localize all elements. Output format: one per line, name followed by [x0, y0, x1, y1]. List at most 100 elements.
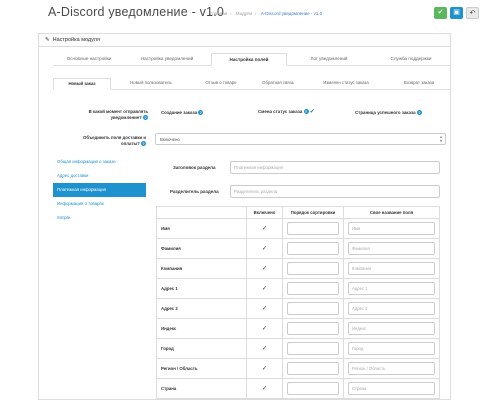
custom-name-cell: Имя — [343, 218, 440, 239]
sort-order-input[interactable] — [287, 322, 339, 335]
custom-name-input[interactable]: Адрес 1 — [348, 282, 435, 295]
floppy-icon: ▣ — [453, 9, 460, 16]
breadcrumb-item-modules[interactable]: Модули — [236, 11, 252, 16]
custom-name-cell: Регион / Область — [343, 358, 440, 379]
custom-name-input[interactable]: Индекс — [348, 322, 435, 335]
check-icon[interactable]: ✓ — [310, 109, 315, 115]
custom-name-cell: Адрес 1 — [343, 278, 440, 299]
tab-review[interactable]: Отзыв о товаре — [191, 78, 251, 90]
table-row: Город ✓ Город — [156, 338, 440, 359]
nav-item-shipping-address[interactable]: Адрес доставки — [53, 169, 146, 183]
sort-order-input[interactable] — [287, 282, 339, 295]
field-name: Регион / Область — [156, 358, 247, 379]
enabled-checkbox[interactable]: ✓ — [246, 258, 283, 279]
option-status-change[interactable]: Смена статус заказа ? ✓ — [258, 108, 315, 115]
help-icon[interactable]: ? — [141, 140, 146, 146]
section-divider-input[interactable]: Разделитель раздела — [230, 185, 440, 198]
custom-name-cell: Компания — [343, 258, 440, 279]
custom-name-input[interactable]: Город — [348, 342, 435, 355]
enabled-checkbox[interactable]: ✓ — [246, 358, 283, 379]
table-row: Фамилия ✓ Фамилия — [156, 238, 440, 259]
option-create-order[interactable]: Создание заказа ? — [161, 110, 204, 116]
custom-name-input[interactable]: Адрес 2 — [348, 302, 435, 315]
nav-item-products-info[interactable]: Информация о товарах — [53, 197, 146, 211]
table-row: Страна ✓ Страна — [156, 378, 440, 399]
sort-order-input[interactable] — [287, 262, 339, 275]
tab-new-user[interactable]: Новый пользователь — [111, 78, 191, 90]
pencil-icon: ✎ — [45, 37, 50, 43]
option-success-page[interactable]: Страница успешного заказа ? — [355, 110, 422, 116]
sort-order-cell — [282, 258, 344, 279]
custom-name-input[interactable]: Компания — [348, 262, 435, 275]
help-icon[interactable]: ? — [416, 110, 422, 116]
option-create-order-label: Создание заказа — [161, 110, 198, 115]
check-icon: ✓ — [261, 246, 268, 252]
tab-basic[interactable]: Основные настройки — [53, 53, 125, 66]
custom-name-input[interactable]: Регион / Область — [348, 362, 435, 375]
sort-order-cell — [282, 378, 344, 399]
col-custom-name: Свое название поля — [343, 206, 440, 219]
sort-order-input[interactable] — [287, 222, 339, 235]
merge-fields-value: Включено — [160, 137, 180, 142]
tab-fields[interactable]: Настройка полей — [211, 53, 287, 66]
breadcrumb-item-home[interactable]: Главная — [210, 11, 227, 16]
custom-name-input[interactable]: Страна — [348, 382, 435, 395]
sort-order-cell — [282, 318, 344, 339]
sort-order-cell — [282, 238, 344, 259]
table-row: Адрес 1 ✓ Адрес 1 — [156, 278, 440, 299]
sort-order-input[interactable] — [287, 382, 339, 395]
help-icon[interactable]: ? — [303, 109, 309, 115]
tab-order-return[interactable]: Возврат заказа — [387, 78, 451, 90]
merge-fields-label: Объединить поля доставки и оплаты? ? — [66, 135, 146, 146]
fields-table: Включено Порядок сортировки Свое названи… — [156, 206, 440, 399]
check-icon: ✓ — [261, 266, 268, 272]
section-header-label: Заголовок раздела — [173, 165, 216, 170]
tab-new-order[interactable]: Новый заказ — [53, 78, 111, 90]
sort-order-cell — [282, 358, 344, 379]
field-name: Адрес 2 — [156, 298, 247, 319]
sort-order-input[interactable] — [287, 302, 339, 315]
tab-notifications[interactable]: Настройка уведомлений — [125, 53, 209, 66]
sort-order-input[interactable] — [287, 242, 339, 255]
sort-order-input[interactable] — [287, 362, 339, 375]
enabled-checkbox[interactable]: ✓ — [246, 238, 283, 259]
nav-item-order-info[interactable]: Общая информация о заказе — [53, 155, 146, 169]
col-enabled: Включено — [246, 206, 283, 219]
tab-feedback[interactable]: Обратная связь — [251, 78, 305, 90]
custom-name-cell: Фамилия — [343, 238, 440, 259]
field-name: Индекс — [156, 318, 247, 339]
sub-tabs: Новый заказ Новый пользователь Отзыв о т… — [53, 78, 451, 90]
field-name: Фамилия — [156, 238, 247, 259]
save-stay-button[interactable]: ▣ — [450, 7, 463, 19]
option-success-page-label: Страница успешного заказа — [355, 110, 416, 115]
help-icon[interactable]: ? — [198, 110, 204, 116]
nav-item-simple[interactable]: Simple — [53, 211, 146, 225]
nav-item-payment-info[interactable]: Платежная информация — [53, 183, 146, 197]
tab-support[interactable]: Служба поддержки — [371, 53, 451, 66]
tab-order-status[interactable]: Изменен статус заказа — [305, 78, 387, 90]
enabled-checkbox[interactable]: ✓ — [246, 278, 283, 299]
tab-log[interactable]: Лог уведомлений — [289, 53, 369, 66]
custom-name-cell: Адрес 2 — [343, 298, 440, 319]
panel-heading-label: Настройка модуля — [52, 37, 100, 43]
sort-order-input[interactable] — [287, 342, 339, 355]
field-name: Компания — [156, 258, 247, 279]
save-button[interactable]: ✔ — [434, 7, 447, 19]
custom-name-input[interactable]: Фамилия — [348, 242, 435, 255]
sort-order-cell — [282, 218, 344, 239]
back-button[interactable]: ↶ — [466, 7, 479, 19]
merge-fields-select[interactable]: Включено ▴ ▾ — [155, 133, 446, 145]
table-row: Регион / Область ✓ Регион / Область — [156, 358, 440, 379]
check-icon: ✓ — [261, 386, 268, 392]
enabled-checkbox[interactable]: ✓ — [246, 298, 283, 319]
enabled-checkbox[interactable]: ✓ — [246, 338, 283, 359]
custom-name-input[interactable]: Имя — [348, 222, 435, 235]
enabled-checkbox[interactable]: ✓ — [246, 318, 283, 339]
breadcrumb-item-current[interactable]: A-Discord уведомление - v1.0 — [261, 11, 322, 16]
enabled-checkbox[interactable]: ✓ — [246, 218, 283, 239]
section-header-input[interactable]: Платежная информация — [230, 161, 440, 174]
check-icon: ✓ — [261, 366, 268, 372]
enabled-checkbox[interactable]: ✓ — [246, 378, 283, 399]
main-tabs: Основные настройки Настройка уведомлений… — [53, 53, 451, 66]
help-icon[interactable]: ? — [143, 114, 148, 120]
